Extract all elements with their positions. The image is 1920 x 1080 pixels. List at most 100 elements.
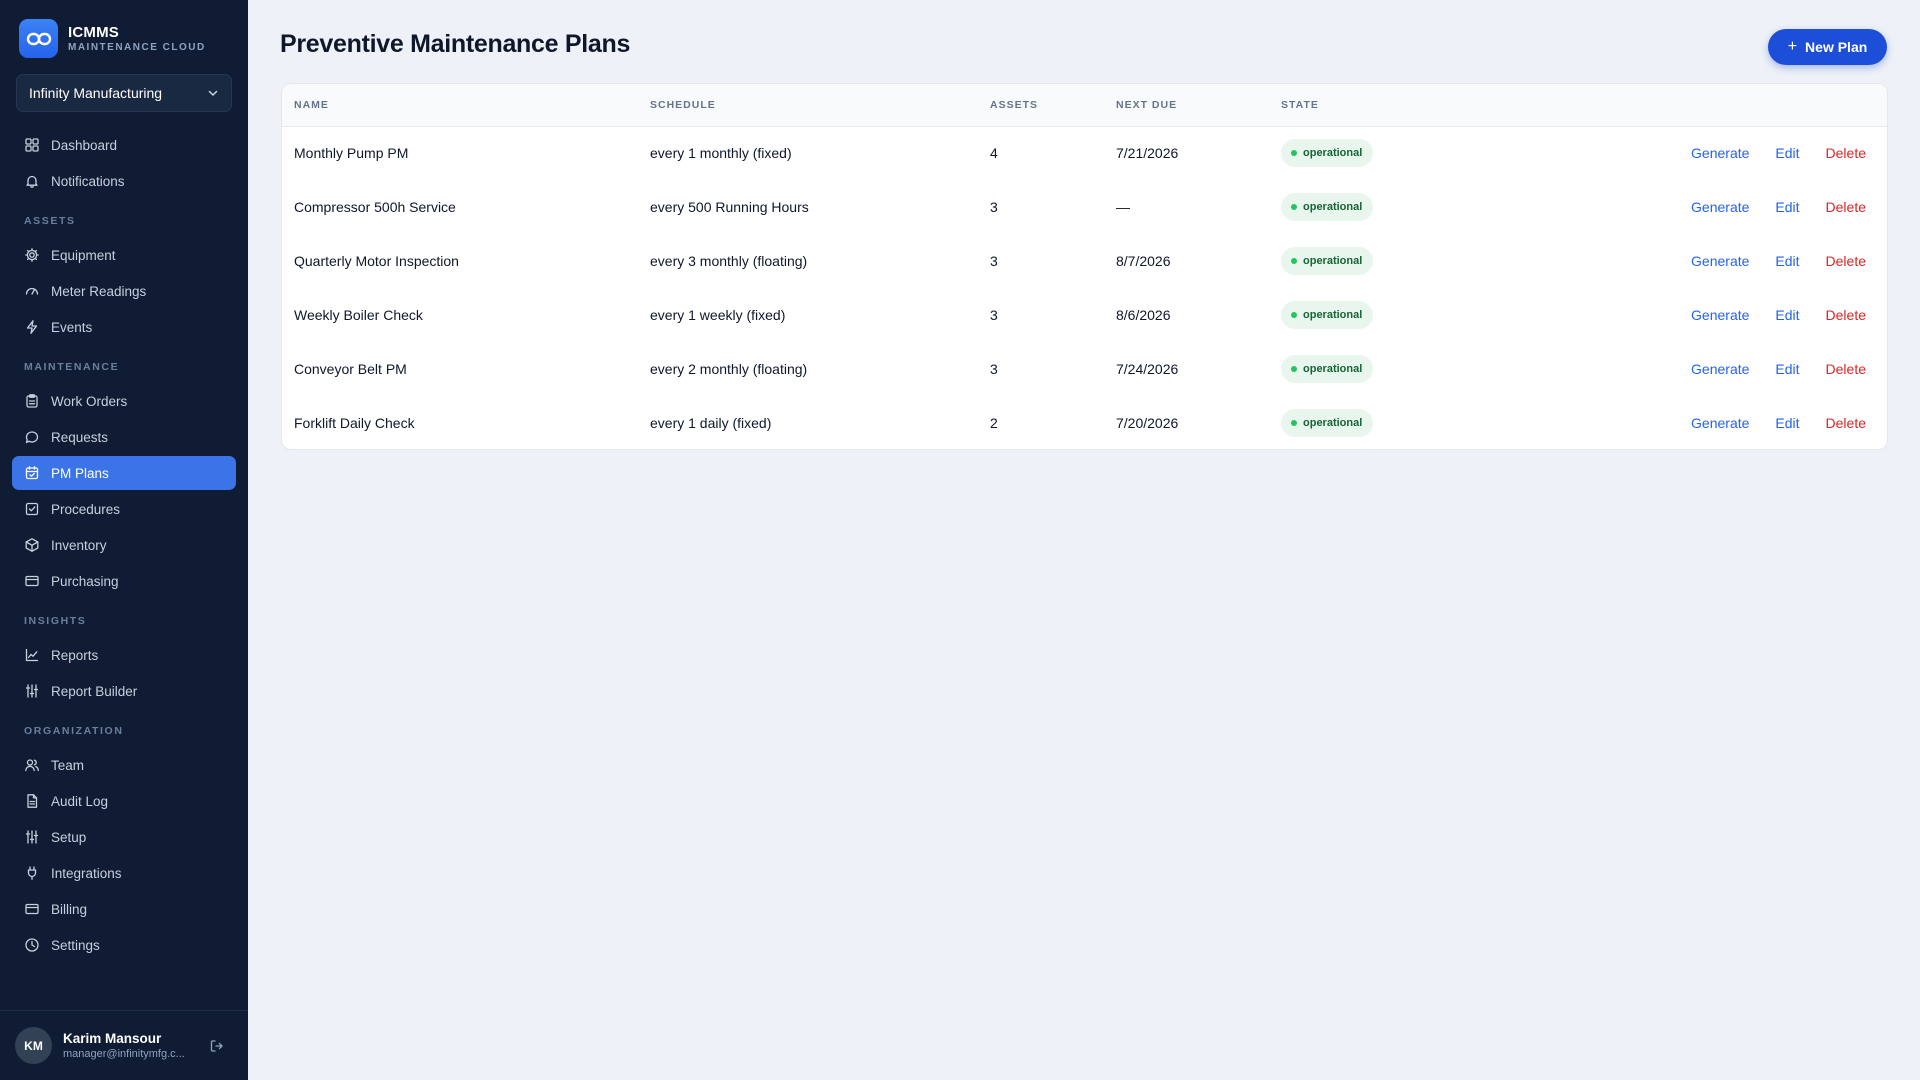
- sidebar-item-pm-plans[interactable]: PM Plans: [12, 456, 236, 490]
- generate-button[interactable]: Generate: [1691, 199, 1749, 215]
- page-title: Preventive Maintenance Plans: [280, 30, 631, 58]
- status-text: operational: [1303, 417, 1363, 429]
- status-badge: operational: [1281, 409, 1374, 437]
- brand[interactable]: ICMMS MAINTENANCE CLOUD: [19, 19, 206, 58]
- sidebar-item-label: Procedures: [51, 501, 121, 517]
- edit-button[interactable]: Edit: [1775, 199, 1799, 215]
- sidebar-item-settings[interactable]: Settings: [12, 928, 236, 962]
- sidebar-item-requests[interactable]: Requests: [12, 420, 236, 454]
- bell-icon: [24, 173, 40, 189]
- plus-icon: +: [1787, 38, 1798, 55]
- card-icon: [24, 901, 40, 917]
- logout-icon[interactable]: [209, 1038, 225, 1054]
- sidebar-item-procedures[interactable]: Procedures: [12, 492, 236, 526]
- delete-button[interactable]: Delete: [1826, 361, 1866, 377]
- card-icon: [24, 573, 40, 589]
- generate-button[interactable]: Generate: [1691, 145, 1749, 161]
- generate-button[interactable]: Generate: [1691, 415, 1749, 431]
- plan-name[interactable]: Monthly Pump PM: [282, 126, 638, 180]
- plan-next-due: —: [1116, 199, 1130, 215]
- plan-name[interactable]: Forklift Daily Check: [282, 396, 638, 449]
- sidebar-item-label: Dashboard: [51, 137, 118, 153]
- chevron-down-icon: [208, 90, 218, 96]
- sidebar-item-inventory[interactable]: Inventory: [12, 528, 236, 562]
- plan-next-due: 7/24/2026: [1116, 361, 1179, 377]
- generate-button[interactable]: Generate: [1691, 361, 1749, 377]
- sidebar-item-dashboard[interactable]: Dashboard: [12, 128, 236, 162]
- delete-button[interactable]: Delete: [1826, 145, 1866, 161]
- sidebar-item-equipment[interactable]: Equipment: [12, 238, 236, 272]
- sidebar-item-integrations[interactable]: Integrations: [12, 856, 236, 890]
- sidebar-item-label: Work Orders: [51, 393, 128, 409]
- column-header-assets[interactable]: ASSETS: [978, 84, 1104, 126]
- edit-button[interactable]: Edit: [1775, 415, 1799, 431]
- sidebar-item-label: Notifications: [51, 173, 125, 189]
- sidebar-item-meter-readings[interactable]: Meter Readings: [12, 274, 236, 308]
- plan-asset-count: 3: [990, 307, 998, 323]
- status-badge: operational: [1281, 139, 1374, 168]
- edit-button[interactable]: Edit: [1775, 307, 1799, 323]
- brand-name: ICMMS: [68, 23, 119, 41]
- sidebar-section-insights: INSIGHTS: [24, 615, 87, 627]
- delete-button[interactable]: Delete: [1826, 199, 1866, 215]
- status-text: operational: [1303, 309, 1363, 321]
- plan-asset-count: 3: [990, 199, 998, 215]
- column-header-schedule[interactable]: SCHEDULE: [638, 84, 978, 126]
- table-row[interactable]: Weekly Boiler Check every 1 weekly (fixed…: [282, 288, 1887, 342]
- table-row[interactable]: Forklift Daily Check every 1 daily (fixed…: [282, 396, 1887, 449]
- sidebar-item-notifications[interactable]: Notifications: [12, 164, 236, 198]
- organization-select[interactable]: Infinity Manufacturing: [16, 74, 232, 112]
- plan-name[interactable]: Quarterly Motor Inspection: [282, 234, 638, 288]
- plan-asset-count: 3: [990, 253, 998, 269]
- new-plan-label: New Plan: [1805, 39, 1868, 55]
- column-header-next-due[interactable]: NEXT DUE: [1104, 84, 1269, 126]
- sidebar-item-label: Team: [51, 757, 85, 773]
- sidebar-item-audit-log[interactable]: Audit Log: [12, 784, 236, 818]
- plan-name[interactable]: Weekly Boiler Check: [282, 288, 638, 342]
- delete-button[interactable]: Delete: [1826, 415, 1866, 431]
- generate-button[interactable]: Generate: [1691, 253, 1749, 269]
- table-row[interactable]: Conveyor Belt PM every 2 monthly (floatin…: [282, 342, 1887, 396]
- plan-schedule: every 3 monthly (floating): [650, 253, 808, 269]
- pm-plans-table: NAME SCHEDULE ASSETS NEXT DUE STATE Mont…: [281, 83, 1888, 450]
- edit-button[interactable]: Edit: [1775, 253, 1799, 269]
- sidebar-item-label: Meter Readings: [51, 283, 147, 299]
- sidebar-item-label: Report Builder: [51, 683, 138, 699]
- sidebar-item-report-builder[interactable]: Report Builder: [12, 674, 236, 708]
- plan-asset-count: 4: [990, 145, 998, 162]
- plan-next-due: 7/20/2026: [1116, 415, 1179, 431]
- edit-button[interactable]: Edit: [1775, 361, 1799, 377]
- organization-select-value: Infinity Manufacturing: [29, 85, 163, 101]
- avatar[interactable]: KM: [15, 1027, 52, 1064]
- plan-schedule: every 1 daily (fixed): [650, 415, 772, 431]
- plan-name[interactable]: Compressor 500h Service: [282, 180, 638, 234]
- plan-schedule: every 500 Running Hours: [650, 199, 809, 215]
- sidebar-item-events[interactable]: Events: [12, 310, 236, 344]
- table-row[interactable]: Quarterly Motor Inspection every 3 monthl…: [282, 234, 1887, 288]
- clipboard-icon: [24, 393, 40, 409]
- column-header-name[interactable]: NAME: [282, 84, 638, 126]
- generate-button[interactable]: Generate: [1691, 307, 1749, 323]
- sidebar-item-setup[interactable]: Setup: [12, 820, 236, 854]
- sidebar-item-purchasing[interactable]: Purchasing: [12, 564, 236, 598]
- table-row[interactable]: Monthly Pump PM every 1 monthly (fixed) 4 7…: [282, 126, 1887, 180]
- chat-icon: [24, 429, 40, 445]
- status-badge: operational: [1281, 247, 1374, 275]
- plan-name[interactable]: Conveyor Belt PM: [282, 342, 638, 396]
- sidebar-item-billing[interactable]: Billing: [12, 892, 236, 926]
- document-icon: [24, 793, 40, 809]
- status-text: operational: [1303, 255, 1363, 267]
- sidebar-item-label: Audit Log: [51, 793, 109, 809]
- delete-button[interactable]: Delete: [1826, 307, 1866, 323]
- sidebar-section-assets: ASSETS: [24, 215, 76, 227]
- delete-button[interactable]: Delete: [1826, 253, 1866, 269]
- sidebar-item-work-orders[interactable]: Work Orders: [12, 384, 236, 418]
- sidebar-item-team[interactable]: Team: [12, 748, 236, 782]
- column-header-state[interactable]: STATE: [1269, 84, 1599, 126]
- gauge-icon: [24, 283, 40, 299]
- sidebar-item-label: PM Plans: [51, 465, 109, 481]
- new-plan-button[interactable]: + New Plan: [1768, 29, 1887, 65]
- sidebar-item-reports[interactable]: Reports: [12, 638, 236, 672]
- table-row[interactable]: Compressor 500h Service every 500 Running…: [282, 180, 1887, 234]
- edit-button[interactable]: Edit: [1775, 145, 1799, 161]
